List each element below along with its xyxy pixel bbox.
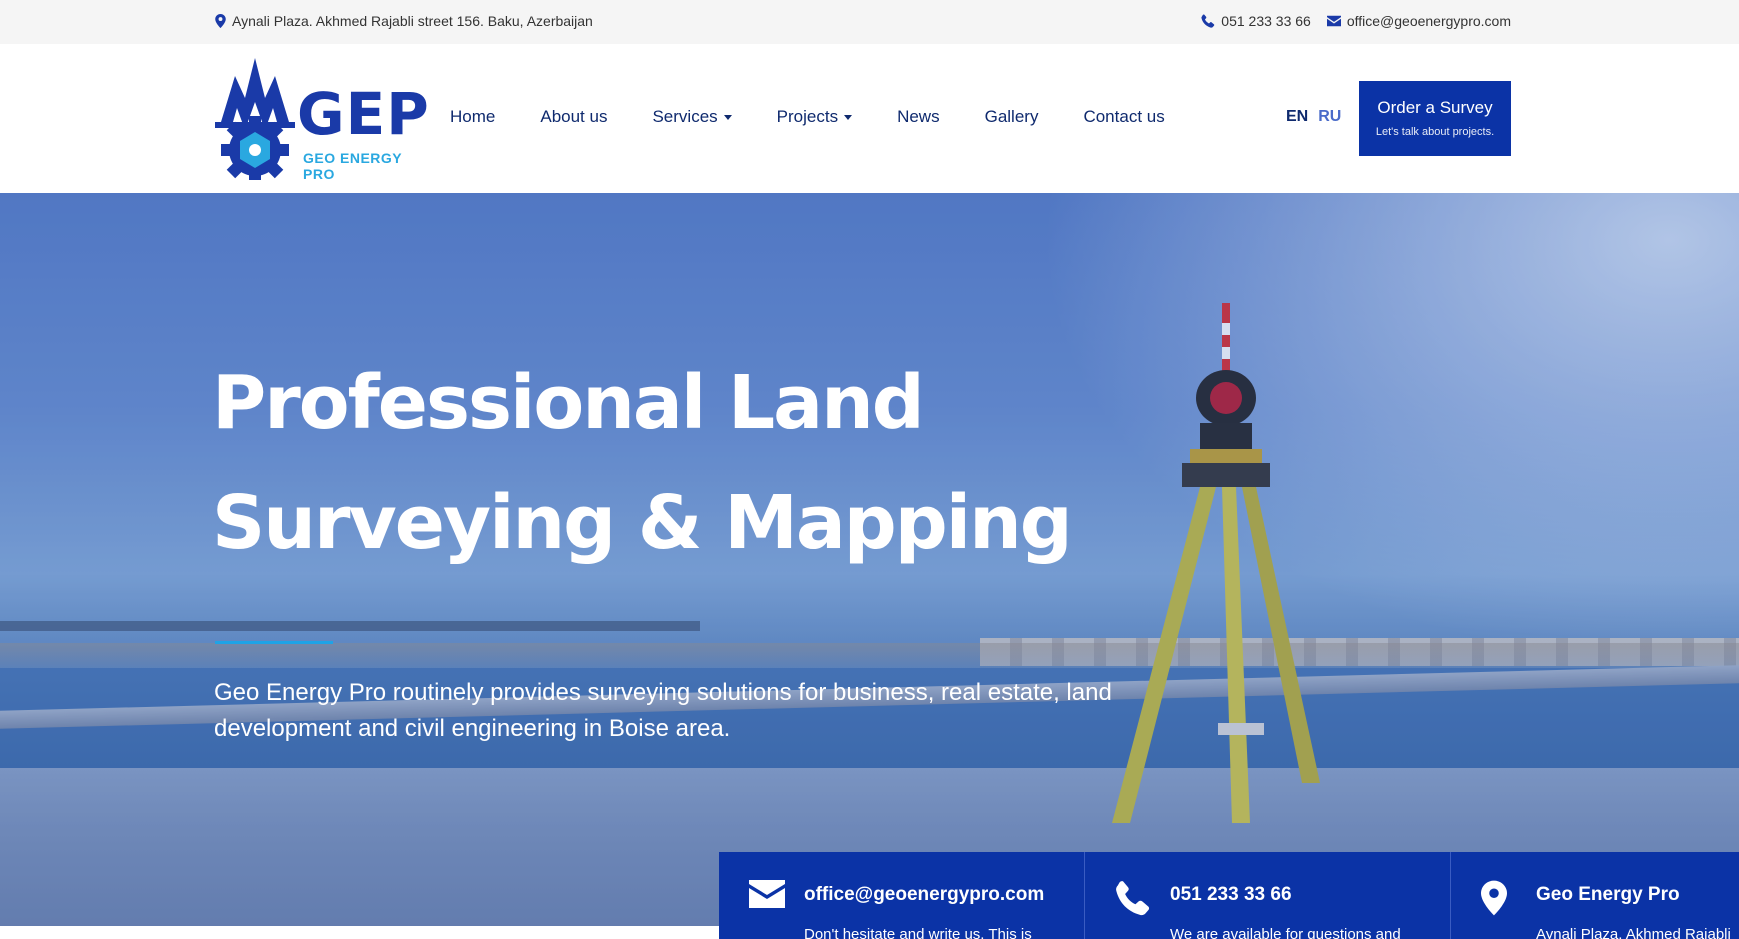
nav-item-about[interactable]: About us xyxy=(540,107,607,127)
envelope-icon xyxy=(749,880,785,908)
card-text: We are available for questions and xyxy=(1170,926,1401,939)
caret-down-icon xyxy=(723,114,732,120)
nav-label: Contact us xyxy=(1083,107,1165,126)
hero-accent-divider xyxy=(215,641,333,644)
hero-title-line1: Professional Land xyxy=(212,360,925,446)
logo-subtitle: GEO ENERGY PRO xyxy=(303,150,402,182)
nav-item-projects[interactable]: Projects xyxy=(776,107,853,127)
email-card[interactable]: office@geoenergypro.com Don't hesitate a… xyxy=(719,852,1085,939)
map-pin-icon xyxy=(215,14,226,28)
card-title: office@geoenergypro.com xyxy=(804,884,1045,905)
envelope-icon xyxy=(1326,15,1341,27)
nav-item-services[interactable]: Services xyxy=(652,107,732,127)
nav-item-gallery[interactable]: Gallery xyxy=(985,107,1039,127)
email-text: office@geoenergypro.com xyxy=(1346,13,1511,29)
map-pin-icon xyxy=(1481,880,1507,916)
address-text: Aynali Plaza. Akhmed Rajabli street 156.… xyxy=(232,13,593,29)
card-text: Aynali Plaza. Akhmed Rajabli xyxy=(1536,926,1731,939)
site-header: GEP GEO ENERGY PRO Home About us Service… xyxy=(0,44,1739,193)
topbar-phone[interactable]: 051 233 33 66 xyxy=(1201,13,1311,29)
logo-emblem-icon xyxy=(215,58,295,180)
contact-cards: office@geoenergypro.com Don't hesitate a… xyxy=(719,852,1739,939)
location-card[interactable]: Geo Energy Pro Aynali Plaza. Akhmed Raja… xyxy=(1451,852,1739,939)
nav-item-contact[interactable]: Contact us xyxy=(1083,107,1164,127)
topbar-address: Aynali Plaza. Akhmed Rajabli street 156.… xyxy=(215,13,593,29)
hero-title-line2: Surveying & Mapping xyxy=(212,480,1073,566)
nav-item-news[interactable]: News xyxy=(897,107,940,127)
topbar-contacts: 051 233 33 66 office@geoenergypro.com xyxy=(1201,13,1511,29)
hero-lead-text: Geo Energy Pro routinely provides survey… xyxy=(214,679,1112,742)
top-bar: Aynali Plaza. Akhmed Rajabli street 156.… xyxy=(0,0,1739,44)
hero-banner: Professional Land Surveying & Mapping Ge… xyxy=(0,193,1739,926)
order-survey-subtitle: Let's talk about projects. xyxy=(1375,126,1495,138)
nav-label: About us xyxy=(540,107,608,126)
nav-item-home[interactable]: Home xyxy=(450,107,495,127)
card-text: Don't hesitate and write us. This is xyxy=(804,926,1032,939)
order-survey-title: Order a Survey xyxy=(1377,98,1493,117)
language-switcher: EN RU xyxy=(1286,108,1341,126)
order-survey-button[interactable]: Order a Survey Let's talk about projects… xyxy=(1359,81,1511,156)
main-nav: Home About us Services Projects News Gal… xyxy=(450,107,1165,127)
nav-label: Home xyxy=(450,107,496,126)
phone-icon xyxy=(1201,14,1215,28)
card-title: 051 233 33 66 xyxy=(1170,884,1292,905)
phone-text: 051 233 33 66 xyxy=(1221,13,1311,29)
logo-wordmark: GEP xyxy=(297,80,430,148)
site-logo[interactable]: GEP GEO ENERGY PRO xyxy=(215,58,429,182)
lang-ru[interactable]: RU xyxy=(1318,108,1341,126)
card-title: Geo Energy Pro xyxy=(1536,884,1680,905)
topbar-email[interactable]: office@geoenergypro.com xyxy=(1326,13,1511,29)
nav-label: News xyxy=(897,107,940,126)
nav-label: Services xyxy=(652,107,718,126)
nav-label: Projects xyxy=(776,107,839,126)
hero-title: Professional Land Surveying & Mapping xyxy=(212,343,1112,583)
nav-label: Gallery xyxy=(984,107,1039,126)
caret-down-icon xyxy=(844,114,853,120)
phone-card[interactable]: 051 233 33 66 We are available for quest… xyxy=(1085,852,1451,939)
phone-icon xyxy=(1116,881,1150,916)
lang-en[interactable]: EN xyxy=(1286,108,1308,126)
